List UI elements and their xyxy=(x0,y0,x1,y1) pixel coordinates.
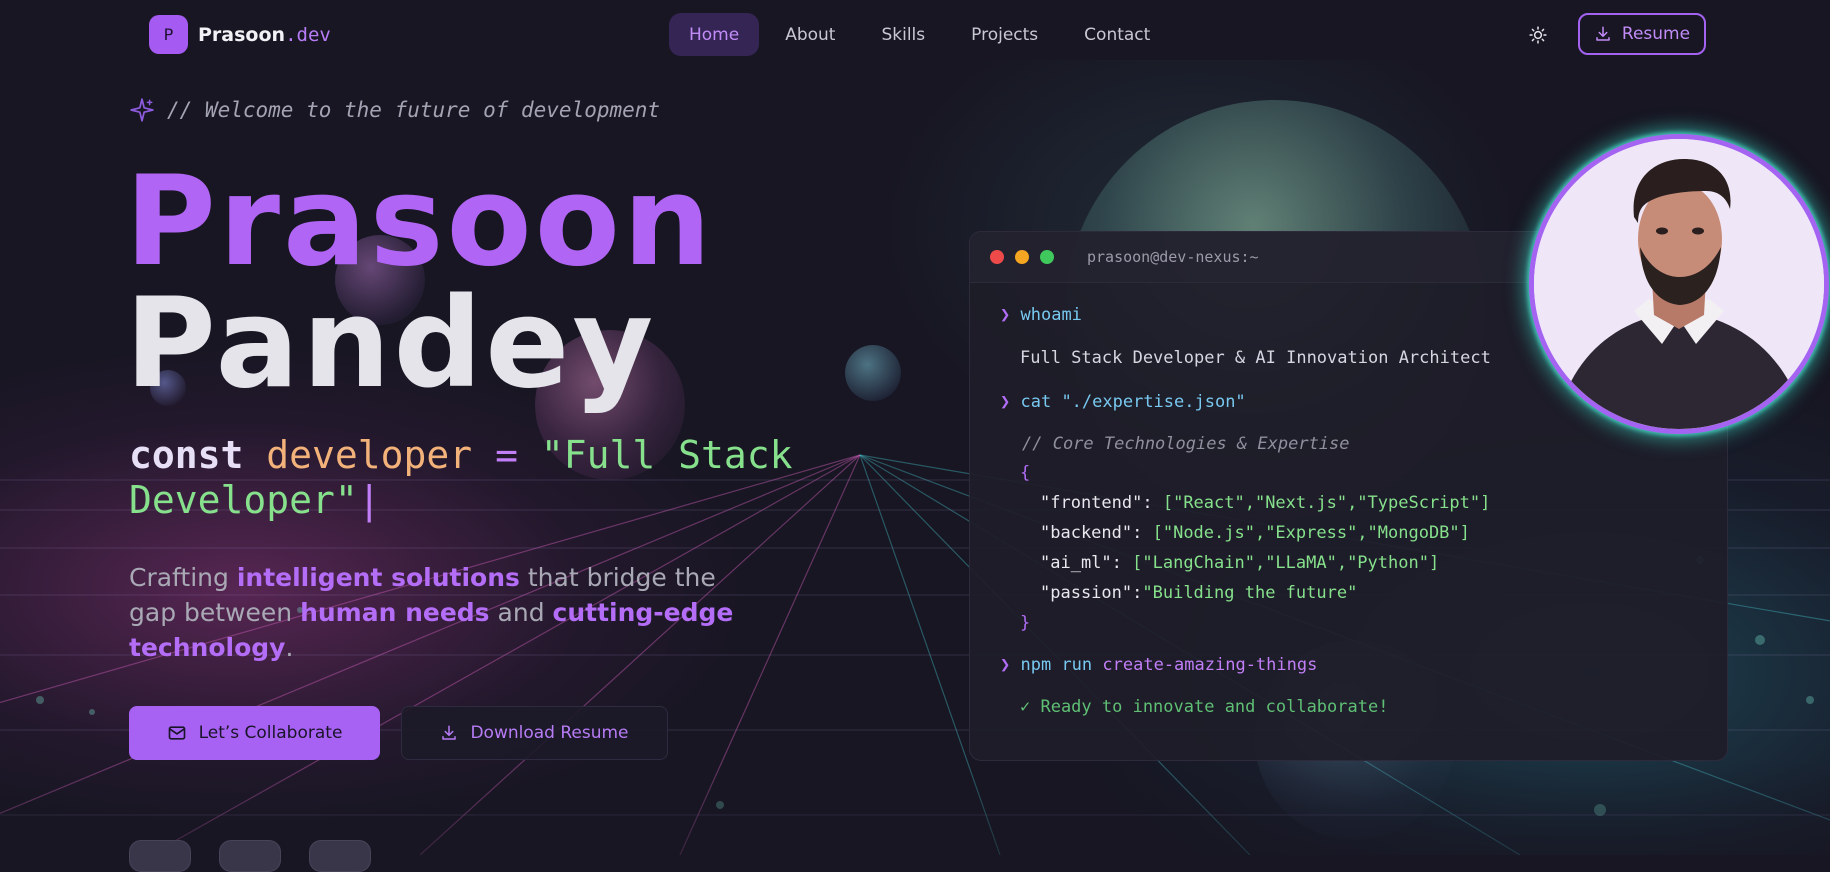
site-logo[interactable]: P Prasoon.dev xyxy=(149,15,331,54)
welcome-line: // Welcome to the future of development xyxy=(129,97,660,123)
nav-link-projects[interactable]: Projects xyxy=(951,13,1058,56)
json-line-ai-ml: "ai_ml": ["LangChain","LLaMA","Python"] xyxy=(1040,553,1440,573)
welcome-text: // Welcome to the future of development xyxy=(167,98,661,122)
nav-link-home[interactable]: Home xyxy=(669,13,760,56)
json-key: "ai_ml" xyxy=(1040,553,1112,573)
json-value: ["LangChain","LLaMA","Python"] xyxy=(1132,553,1440,573)
code-keyword: const xyxy=(129,433,244,477)
download-icon xyxy=(442,725,457,740)
json-key: "backend" xyxy=(1040,523,1133,543)
download-icon xyxy=(1596,26,1610,41)
json-line-passion: "passion":"Building the future" xyxy=(1040,583,1358,603)
tagline-text: and xyxy=(489,598,553,627)
prompt-chevron-icon: ❯ xyxy=(1000,392,1011,412)
sun-icon xyxy=(1529,26,1547,44)
nav-resume-button[interactable]: Resume xyxy=(1578,13,1706,55)
prompt-chevron-icon: ❯ xyxy=(1000,655,1011,675)
nav-links: Home About Skills Projects Contact xyxy=(669,13,1170,56)
social-link[interactable] xyxy=(309,840,371,872)
logo-badge: P xyxy=(149,15,188,54)
json-value: "Building the future" xyxy=(1142,583,1358,603)
terminal-title: prasoon@dev-nexus:~ xyxy=(1087,248,1259,266)
sparkle-icon xyxy=(130,98,154,122)
terminal-command: npm run xyxy=(1020,655,1093,675)
nav-link-skills[interactable]: Skills xyxy=(861,13,945,56)
profile-avatar xyxy=(1529,134,1829,434)
terminal-command-line: ❯ cat "./expertise.json" xyxy=(1000,392,1246,412)
tagline-text: . xyxy=(285,633,294,662)
download-resume-button[interactable]: Download Resume xyxy=(401,706,668,760)
social-link[interactable] xyxy=(219,840,281,872)
hero-last-name: Pandey xyxy=(125,272,657,416)
prompt-chevron-icon: ❯ xyxy=(1000,305,1011,325)
code-operator: = xyxy=(495,433,518,477)
json-line-frontend: "frontend": ["React","Next.js","TypeScri… xyxy=(1040,493,1491,513)
code-comment: // Core Technologies & Expertise xyxy=(1022,434,1350,454)
tagline-highlight: human needs xyxy=(300,598,490,627)
json-value: ["Node.js","Express","MongoDB"] xyxy=(1152,523,1470,543)
json-key: "frontend" xyxy=(1040,493,1143,513)
json-close-brace: } xyxy=(1020,613,1031,633)
logo-name: Prasoon xyxy=(198,23,286,46)
hero-tagline: Crafting intelligent solutions that brid… xyxy=(129,560,769,665)
tagline-highlight: intelligent solutions xyxy=(236,563,520,592)
tagline-text: Crafting xyxy=(129,563,237,592)
code-variable: developer xyxy=(266,433,473,477)
logo-extension: .dev xyxy=(285,23,331,46)
nav-resume-label: Resume xyxy=(1621,24,1691,44)
typing-code-line: const developer = "Full Stack Developer"… xyxy=(129,433,829,523)
json-key: "passion" xyxy=(1040,583,1133,603)
download-resume-label: Download Resume xyxy=(470,723,629,743)
terminal-command: whoami xyxy=(1020,305,1082,325)
terminal-command-arg: create-amazing-things xyxy=(1102,655,1318,675)
mail-icon xyxy=(168,726,185,740)
profile-photo xyxy=(1534,139,1824,429)
logo-wordmark: Prasoon.dev xyxy=(198,24,331,46)
nav-link-contact[interactable]: Contact xyxy=(1064,13,1170,56)
terminal-command: cat "./expertise.json" xyxy=(1020,392,1246,412)
typing-cursor: | xyxy=(357,478,381,522)
terminal-ready-message: ✓ Ready to innovate and collaborate! xyxy=(1020,697,1389,717)
json-value: ["React","Next.js","TypeScript"] xyxy=(1162,493,1491,513)
bubble-planet xyxy=(845,345,901,401)
theme-toggle-button[interactable] xyxy=(1518,15,1558,55)
collaborate-button[interactable]: Let’s Collaborate xyxy=(129,706,380,760)
maximize-dot-icon[interactable] xyxy=(1040,250,1054,264)
nav-link-about[interactable]: About xyxy=(765,13,855,56)
terminal-command-line: ❯ whoami xyxy=(1000,305,1082,325)
terminal-command-line: ❯ npm run create-amazing-things xyxy=(1000,655,1317,675)
minimize-dot-icon[interactable] xyxy=(1015,250,1029,264)
navbar: P Prasoon.dev Home About Skills Projects… xyxy=(0,0,1830,70)
json-line-backend: "backend": ["Node.js","Express","MongoDB… xyxy=(1040,523,1470,543)
social-link[interactable] xyxy=(129,840,191,872)
close-dot-icon[interactable] xyxy=(990,250,1004,264)
collaborate-button-label: Let’s Collaborate xyxy=(198,723,343,743)
hero-first-name: Prasoon xyxy=(125,150,715,294)
terminal-output: Full Stack Developer & AI Innovation Arc… xyxy=(1020,348,1491,368)
json-open-brace: { xyxy=(1020,463,1031,483)
